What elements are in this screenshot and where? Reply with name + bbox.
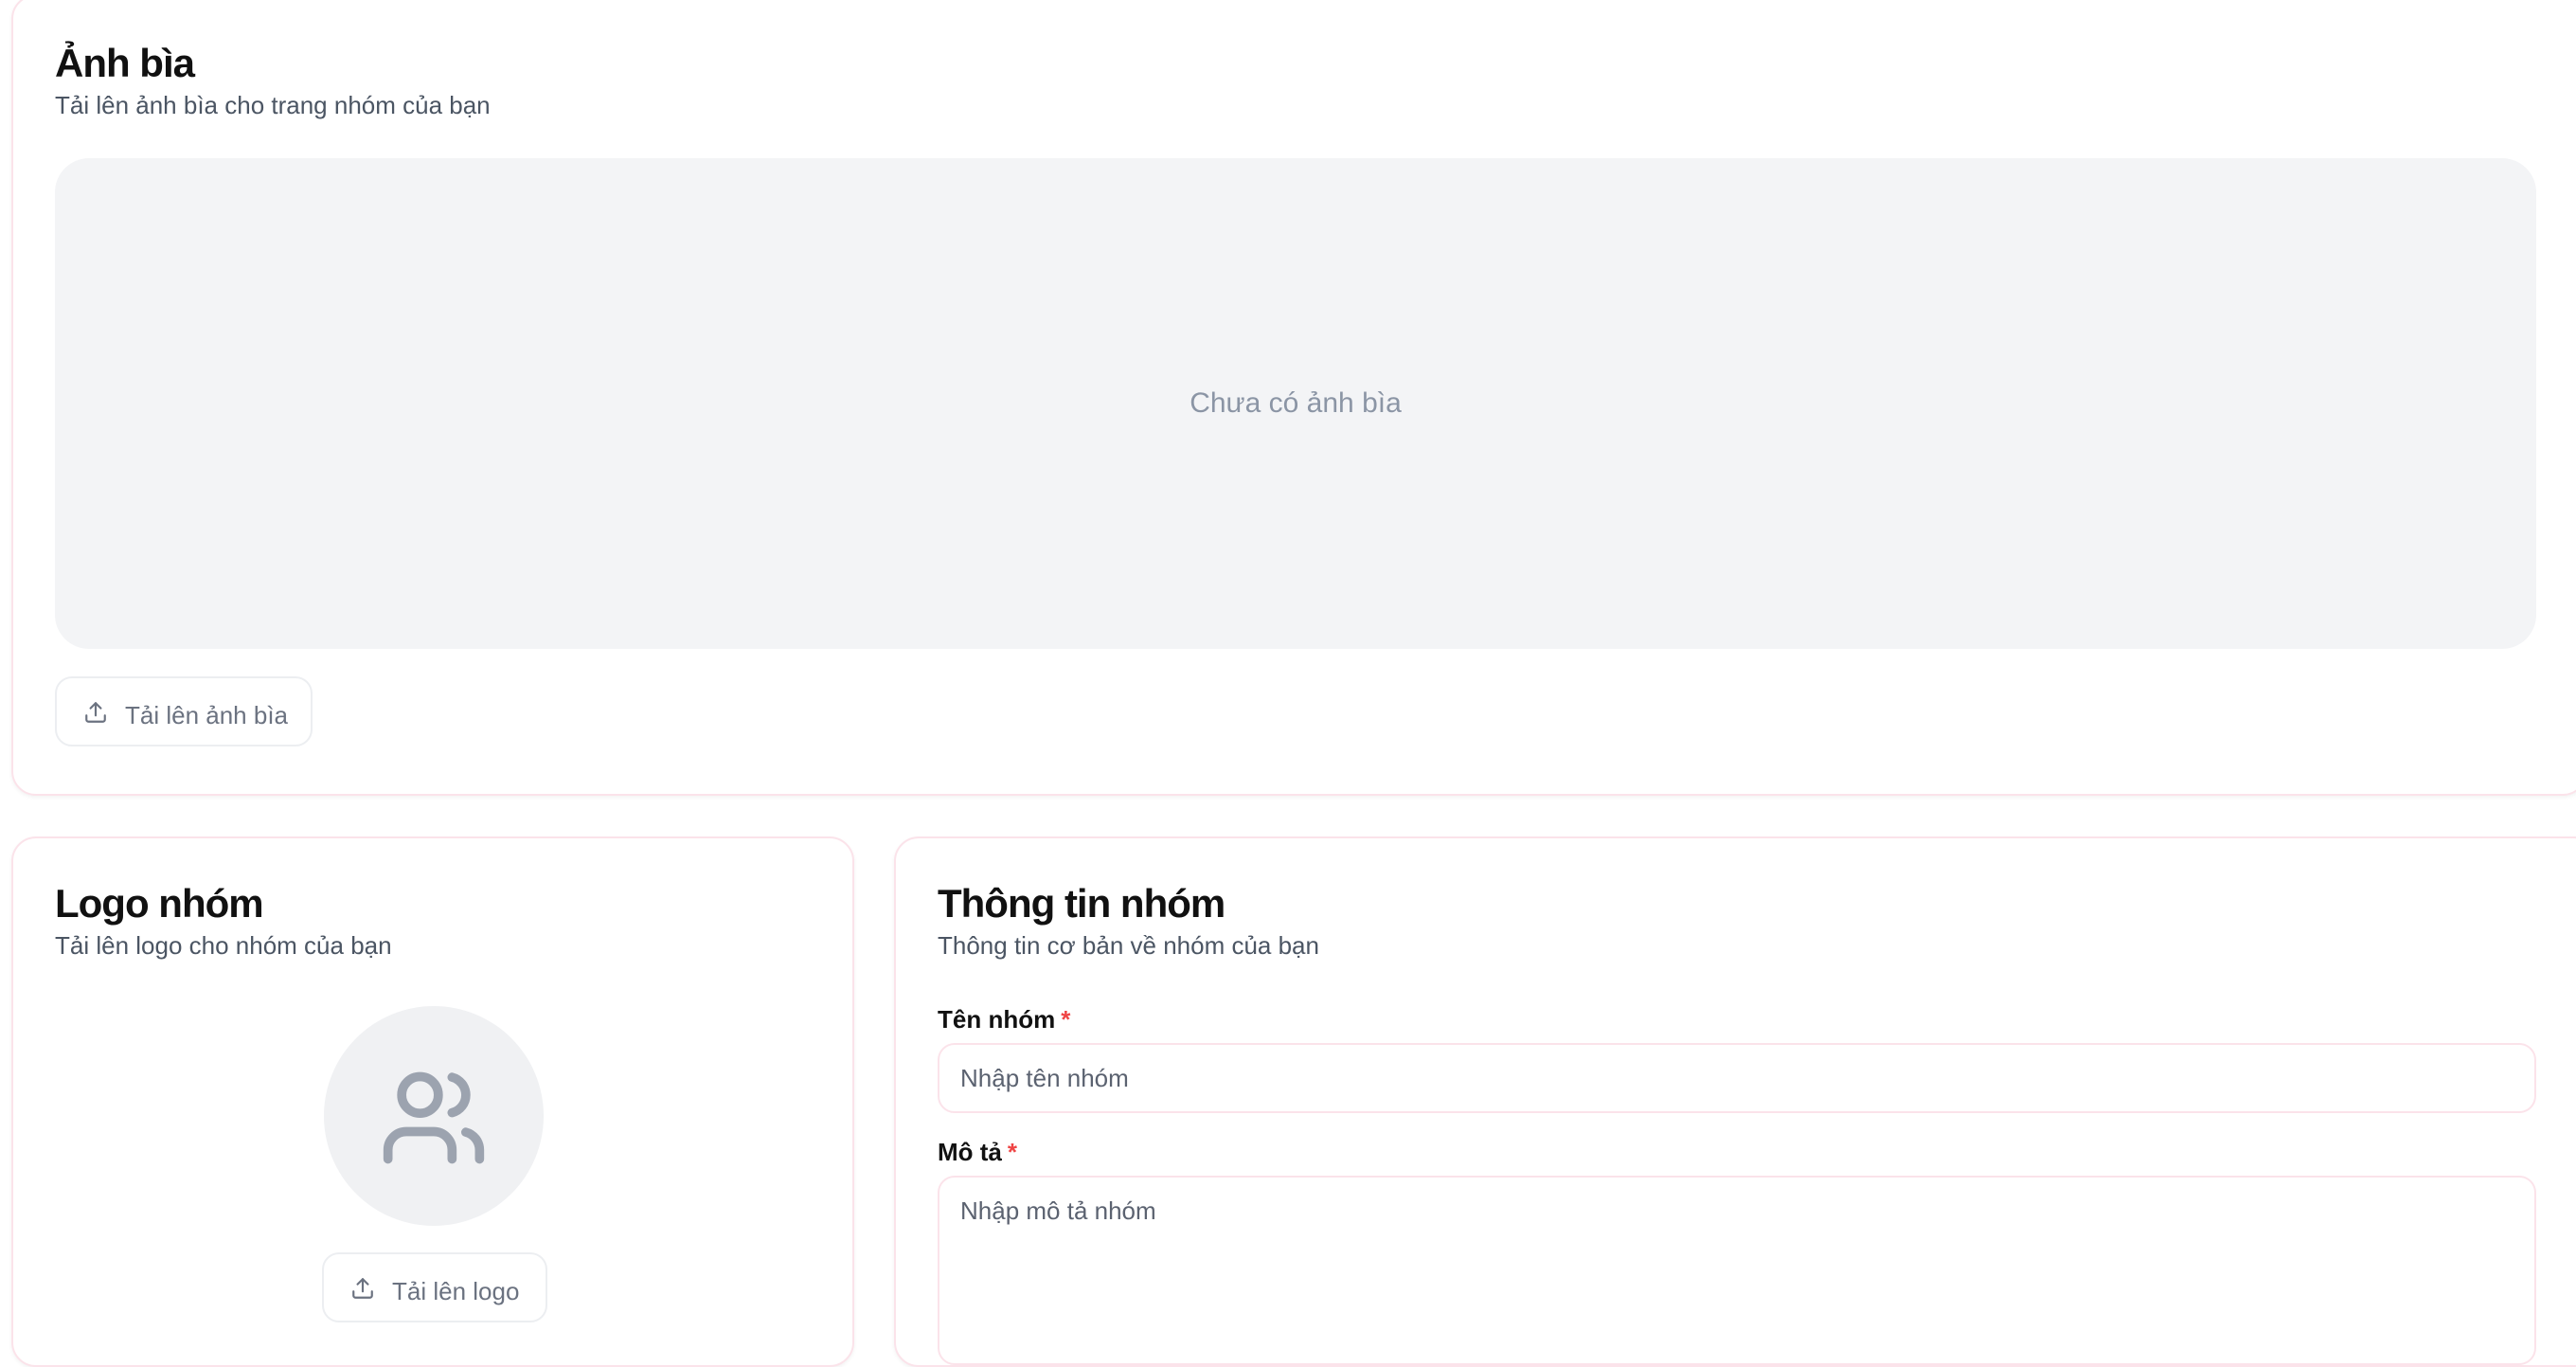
logo-card: Logo nhóm Tải lên logo cho nhóm của bạn … <box>11 836 854 1367</box>
upload-logo-button[interactable]: Tải lên logo <box>322 1252 547 1322</box>
group-name-label: Tên nhóm * <box>938 1007 1070 1032</box>
info-title: Thông tin nhóm <box>938 881 1225 926</box>
users-icon <box>379 1063 489 1178</box>
group-name-label-text: Tên nhóm <box>938 1005 1056 1034</box>
cover-subtitle: Tải lên ảnh bìa cho trang nhóm của bạn <box>55 91 491 119</box>
logo-title: Logo nhóm <box>55 881 264 926</box>
cover-image-card: Ảnh bìa Tải lên ảnh bìa cho trang nhóm c… <box>11 0 2576 796</box>
group-name-input[interactable] <box>938 1043 2536 1113</box>
upload-icon <box>350 1276 375 1301</box>
description-label-text: Mô tả <box>938 1138 1002 1166</box>
cover-image-placeholder: Chưa có ảnh bìa <box>55 158 2536 649</box>
logo-subtitle: Tải lên logo cho nhóm của bạn <box>55 931 392 960</box>
upload-icon <box>83 700 108 725</box>
info-subtitle: Thông tin cơ bản về nhóm của bạn <box>938 931 1319 960</box>
upload-logo-label: Tải lên logo <box>392 1277 520 1305</box>
upload-cover-button[interactable]: Tải lên ảnh bìa <box>55 676 313 746</box>
cover-placeholder-text: Chưa có ảnh bìa <box>1190 387 1402 419</box>
description-textarea[interactable] <box>938 1176 2536 1365</box>
group-info-card: Thông tin nhóm Thông tin cơ bản về nhóm … <box>894 836 2576 1367</box>
upload-cover-label: Tải lên ảnh bìa <box>125 701 289 729</box>
required-marker: * <box>1007 1138 1018 1166</box>
description-label: Mô tả * <box>938 1140 1017 1164</box>
cover-title: Ảnh bìa <box>55 41 195 85</box>
logo-avatar <box>324 1006 544 1226</box>
required-marker: * <box>1061 1005 1071 1034</box>
